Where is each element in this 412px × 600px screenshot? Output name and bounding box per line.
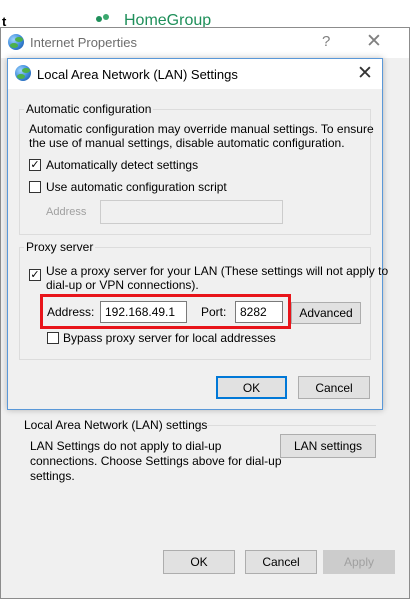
lan-settings-button[interactable]: LAN settings (280, 434, 376, 458)
use-proxy-label-line1[interactable]: Use a proxy server for your LAN (These s… (46, 264, 388, 278)
close-icon[interactable]: ✕ (366, 30, 382, 53)
auto-config-description-line2: the use of manual settings, disable auto… (29, 136, 345, 150)
auto-config-script-label[interactable]: Use automatic configuration script (46, 180, 227, 194)
proxy-port-field[interactable]: 8282 (235, 301, 283, 323)
outer-cancel-button[interactable]: Cancel (245, 550, 317, 574)
lan-description-line1: LAN Settings do not apply to dial-up (30, 439, 222, 453)
lan-description-line3: settings. (30, 469, 75, 483)
internet-properties-title: Internet Properties (30, 35, 137, 50)
advanced-button[interactable]: Advanced (291, 302, 361, 324)
proxy-address-label: Address: (47, 305, 95, 319)
lan-dialog-title: Local Area Network (LAN) Settings (37, 67, 238, 82)
auto-config-script-checkbox[interactable] (29, 181, 41, 193)
proxy-address-field[interactable]: 192.168.49.1 (100, 301, 187, 323)
check-icon: ✓ (30, 158, 40, 171)
internet-globe-icon (8, 34, 24, 50)
auto-detect-checkbox[interactable]: ✓ (29, 159, 41, 171)
script-address-field[interactable] (100, 200, 283, 224)
lan-section-divider (194, 425, 376, 426)
check-icon: ✓ (30, 268, 40, 281)
outer-ok-button[interactable]: OK (163, 550, 235, 574)
help-icon[interactable]: ? (322, 33, 330, 50)
proxy-server-label: Proxy server (24, 240, 96, 254)
bypass-local-checkbox[interactable] (47, 332, 59, 344)
homegroup-icon (96, 14, 110, 24)
auto-config-description-line1: Automatic configuration may override man… (29, 122, 374, 136)
bypass-local-label[interactable]: Bypass proxy server for local addresses (63, 331, 276, 345)
lan-globe-icon (15, 65, 31, 81)
lan-description-line2: connections. Choose Settings above for d… (30, 454, 282, 468)
use-proxy-label-line2[interactable]: dial-up or VPN connections). (46, 278, 199, 292)
proxy-port-label: Port: (201, 305, 227, 319)
lan-section-title: Local Area Network (LAN) settings (24, 418, 208, 432)
auto-detect-label[interactable]: Automatically detect settings (46, 158, 198, 172)
dialog-cancel-button[interactable]: Cancel (298, 376, 370, 399)
automatic-configuration-label: Automatic configuration (24, 102, 154, 116)
script-address-label: Address (46, 206, 87, 218)
use-proxy-checkbox[interactable]: ✓ (29, 269, 41, 281)
apply-button[interactable]: Apply (323, 550, 395, 574)
dialog-close-icon[interactable]: ✕ (357, 62, 373, 85)
dialog-ok-button[interactable]: OK (216, 376, 287, 399)
